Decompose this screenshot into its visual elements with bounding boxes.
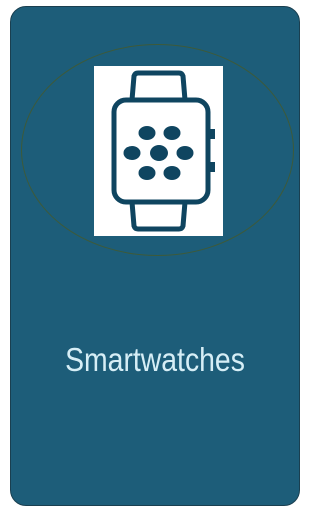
icon-frame: [94, 66, 223, 236]
smartwatch-icon: [111, 70, 215, 232]
category-label: Smartwatches: [65, 341, 245, 378]
smartwatches-category-card[interactable]: Smartwatches: [10, 6, 300, 506]
